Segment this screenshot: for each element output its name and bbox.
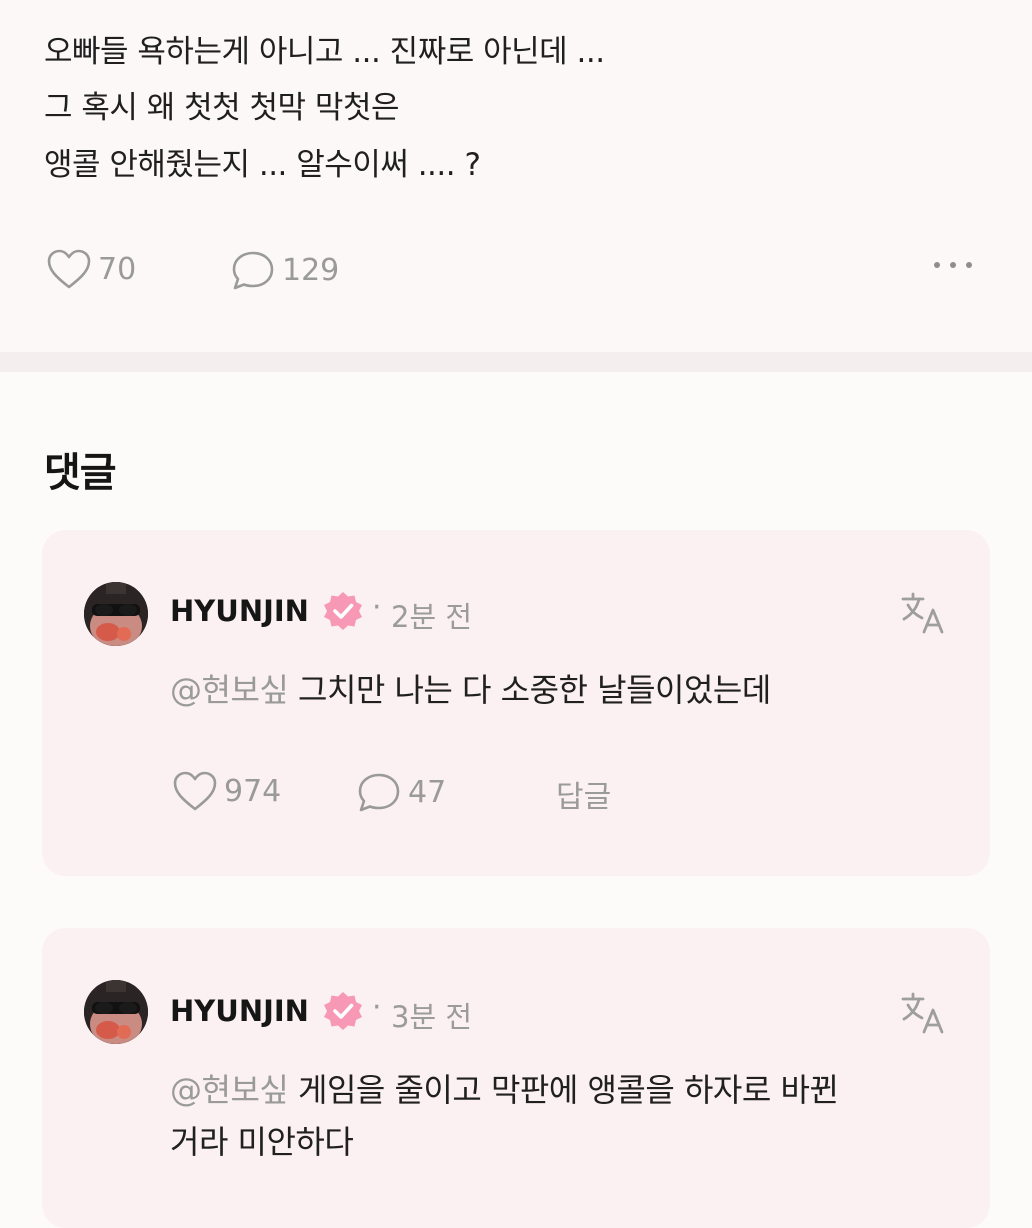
post-comment-button[interactable]: 129 bbox=[230, 248, 339, 292]
verified-badge-icon bbox=[324, 592, 362, 630]
post-text-line: 앵콜 안해줬는지 ... 알수이써 .... ? bbox=[44, 147, 481, 183]
heart-icon bbox=[47, 249, 91, 289]
comment-card: HYUNJIN · 3분 전 @현보싶 게임을 줄이고 막판에 앵콜을 하자로 … bbox=[42, 928, 990, 1228]
comment-like-button[interactable]: 974 bbox=[172, 770, 281, 812]
post: 오빠들 욕하는게 아니고 ... 진짜로 아닌데 ... 그 혹시 왜 첫첫 첫… bbox=[0, 0, 1032, 352]
separator-dot: · bbox=[372, 590, 382, 625]
comments-heading: 댓글 bbox=[44, 450, 117, 496]
comment-reply-count-button[interactable]: 47 bbox=[356, 770, 446, 814]
post-like-button[interactable]: 70 bbox=[46, 248, 136, 290]
mention[interactable]: @현보싶 bbox=[170, 1071, 289, 1109]
comment-like-count: 974 bbox=[224, 773, 282, 809]
avatar[interactable] bbox=[84, 980, 148, 1044]
reply-button[interactable]: 답글 bbox=[556, 772, 611, 816]
verified-badge-icon bbox=[324, 992, 362, 1030]
comment-time: 3분 전 bbox=[391, 1000, 473, 1034]
comment-card: HYUNJIN · 2분 전 @현보싶 그치만 나는 다 소중한 날들이었는데 … bbox=[42, 530, 990, 876]
post-comment-count: 129 bbox=[282, 252, 340, 288]
post-like-count: 70 bbox=[98, 251, 137, 287]
comment-body-line2: 거라 미안하다 bbox=[170, 1123, 354, 1161]
translate-icon[interactable] bbox=[900, 990, 946, 1036]
comment-text: @현보싶 게임을 줄이고 막판에 앵콜을 하자로 바뀐 거라 미안하다 bbox=[170, 1064, 970, 1168]
comment-body: 게임을 줄이고 막판에 앵콜을 하자로 바뀐 bbox=[288, 1071, 839, 1109]
separator-dot: · bbox=[372, 990, 382, 1025]
comment-author[interactable]: HYUNJIN bbox=[170, 594, 309, 628]
post-text-line: 오빠들 욕하는게 아니고 ... 진짜로 아닌데 ... bbox=[44, 34, 605, 70]
mention[interactable]: @현보싶 bbox=[170, 671, 289, 709]
avatar[interactable] bbox=[84, 582, 148, 646]
speech-bubble-icon bbox=[358, 773, 400, 812]
comment-text: @현보싶 그치만 나는 다 소중한 날들이었는데 bbox=[170, 664, 771, 716]
comment-author[interactable]: HYUNJIN bbox=[170, 994, 309, 1028]
speech-bubble-icon bbox=[232, 251, 274, 290]
section-divider bbox=[0, 352, 1032, 372]
comment-time: 2분 전 bbox=[391, 600, 473, 634]
comment-reply-count: 47 bbox=[408, 774, 447, 810]
comment-body: 그치만 나는 다 소중한 날들이었는데 bbox=[288, 671, 771, 709]
post-text-line: 그 혹시 왜 첫첫 첫막 막첫은 bbox=[44, 90, 400, 126]
heart-icon bbox=[173, 771, 217, 811]
more-dots-icon[interactable] bbox=[934, 262, 972, 268]
translate-icon[interactable] bbox=[900, 590, 946, 636]
